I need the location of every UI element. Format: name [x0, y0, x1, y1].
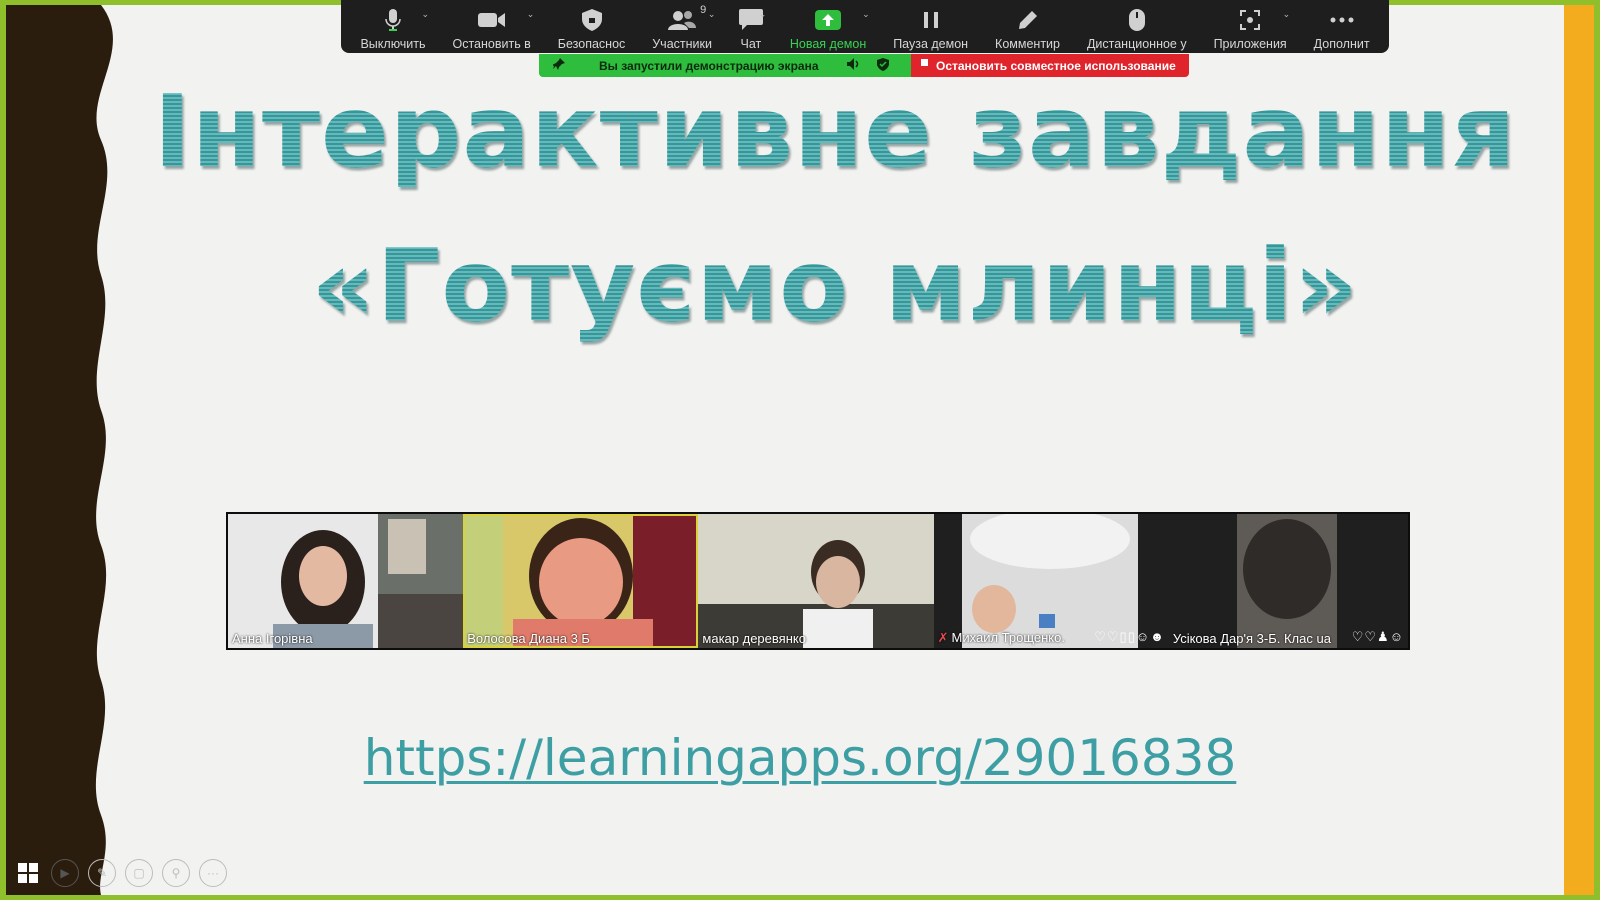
stop-share-button[interactable]: Остановить совместное использование	[911, 54, 1189, 77]
participants-count: 9	[700, 4, 707, 16]
chevron-down-icon[interactable]: ⌄	[1283, 9, 1291, 20]
stop-icon	[921, 59, 928, 66]
video-tile-anna[interactable]: Анна Ігорівна	[228, 514, 464, 648]
stop-video-button[interactable]: Остановить в ⌄	[439, 0, 544, 53]
chevron-down-icon[interactable]: ⌄	[527, 9, 535, 20]
chevron-down-icon[interactable]: ⌄	[862, 9, 870, 20]
participants-button[interactable]: 9 Участники ⌄	[639, 0, 726, 53]
share-screen-icon	[815, 8, 842, 32]
remote-control-button[interactable]: Дистанционное у	[1073, 0, 1200, 53]
pencil-icon	[1018, 8, 1038, 32]
zoom-icon[interactable]: ⚲	[162, 859, 190, 887]
slide-title-line-2: «Готуємо млинці»	[106, 227, 1564, 344]
participant-name: Усікова Дар'я 3-Б. Клас ua	[1172, 631, 1331, 646]
pause-icon	[923, 8, 939, 32]
pause-share-button[interactable]: Пауза демон	[880, 0, 982, 53]
chevron-down-icon[interactable]: ⌄	[759, 9, 767, 20]
learningapps-link[interactable]: https://learningapps.org/29016838	[6, 729, 1594, 787]
pen-icon[interactable]: ✎	[88, 859, 116, 887]
more-dots-icon	[1330, 8, 1354, 32]
participant-video-anna	[228, 514, 464, 648]
presentation-slide: Інтерактивне завдання «Готуємо млинці» h…	[6, 5, 1594, 895]
slide-title-line-1: Інтерактивне завдання	[106, 73, 1564, 190]
participant-video-usikova	[1168, 514, 1408, 648]
slideshow-controls: ▶ ✎ ▢ ⚲ ···	[14, 859, 227, 887]
apps-button[interactable]: Приложения ⌄	[1200, 0, 1300, 53]
annotate-button[interactable]: Комментир	[982, 0, 1074, 53]
share-status-bar: Вы запустили демонстрацию экрана	[539, 54, 911, 77]
video-tile-makar[interactable]: макар деревянко	[698, 514, 934, 648]
mute-button[interactable]: Выключить ⌄	[347, 0, 439, 53]
mouse-icon	[1128, 8, 1145, 32]
video-tile-mikhail[interactable]: ✗ Михаил Трощенко. ♡♡▯▯☺☻	[933, 514, 1169, 648]
chevron-down-icon[interactable]: ⌄	[421, 9, 429, 20]
chevron-down-icon[interactable]: ⌄	[708, 9, 716, 20]
video-tile-usikova[interactable]: Усікова Дар'я 3-Б. Клас ua ♡♡♟☺	[1168, 514, 1408, 648]
participant-video-makar	[698, 514, 934, 648]
reaction-icons: ♡♡▯▯☺☻	[1094, 629, 1165, 644]
play-icon[interactable]: ▶	[51, 859, 79, 887]
shield-icon	[581, 8, 602, 32]
participant-video-mikhail	[933, 514, 1169, 648]
chat-button[interactable]: Чат ⌄	[725, 0, 776, 53]
security-shield-icon	[877, 57, 889, 74]
windows-icon[interactable]	[14, 859, 42, 887]
video-camera-icon	[477, 8, 506, 32]
speaker-icon[interactable]	[847, 58, 861, 73]
screen-share-banner: Вы запустили демонстрацию экрана Останов…	[539, 54, 1189, 77]
muted-microphone-icon: ✗	[937, 630, 949, 645]
more-icon[interactable]: ···	[199, 859, 227, 887]
participant-name: ✗ Михаил Трощенко.	[937, 630, 1065, 645]
zoom-meeting-toolbar: Выключить ⌄ Остановить в ⌄ Безопаснос 9 …	[341, 0, 1389, 53]
video-tile-volosova[interactable]: Волосова Диана 3 Б	[463, 514, 699, 648]
apps-icon	[1239, 8, 1261, 32]
participants-icon	[668, 8, 697, 32]
participant-name: макар деревянко	[702, 631, 806, 646]
pin-icon[interactable]	[552, 58, 565, 73]
new-share-button[interactable]: Новая демон ⌄	[776, 0, 879, 53]
more-button[interactable]: Дополнит	[1300, 0, 1383, 53]
slides-icon[interactable]: ▢	[125, 859, 153, 887]
participant-name: Анна Ігорівна	[232, 631, 313, 646]
reaction-icons: ♡♡♟☺	[1351, 629, 1404, 644]
share-status-text: Вы запустили демонстрацию экрана	[599, 58, 819, 73]
participant-video-strip: Анна Ігорівна Волосова Диана 3 Б макар д	[226, 512, 1410, 650]
microphone-icon	[385, 8, 401, 32]
participant-video-volosova	[463, 514, 699, 648]
security-button[interactable]: Безопаснос	[544, 0, 638, 53]
participant-name: Волосова Диана 3 Б	[467, 631, 590, 646]
